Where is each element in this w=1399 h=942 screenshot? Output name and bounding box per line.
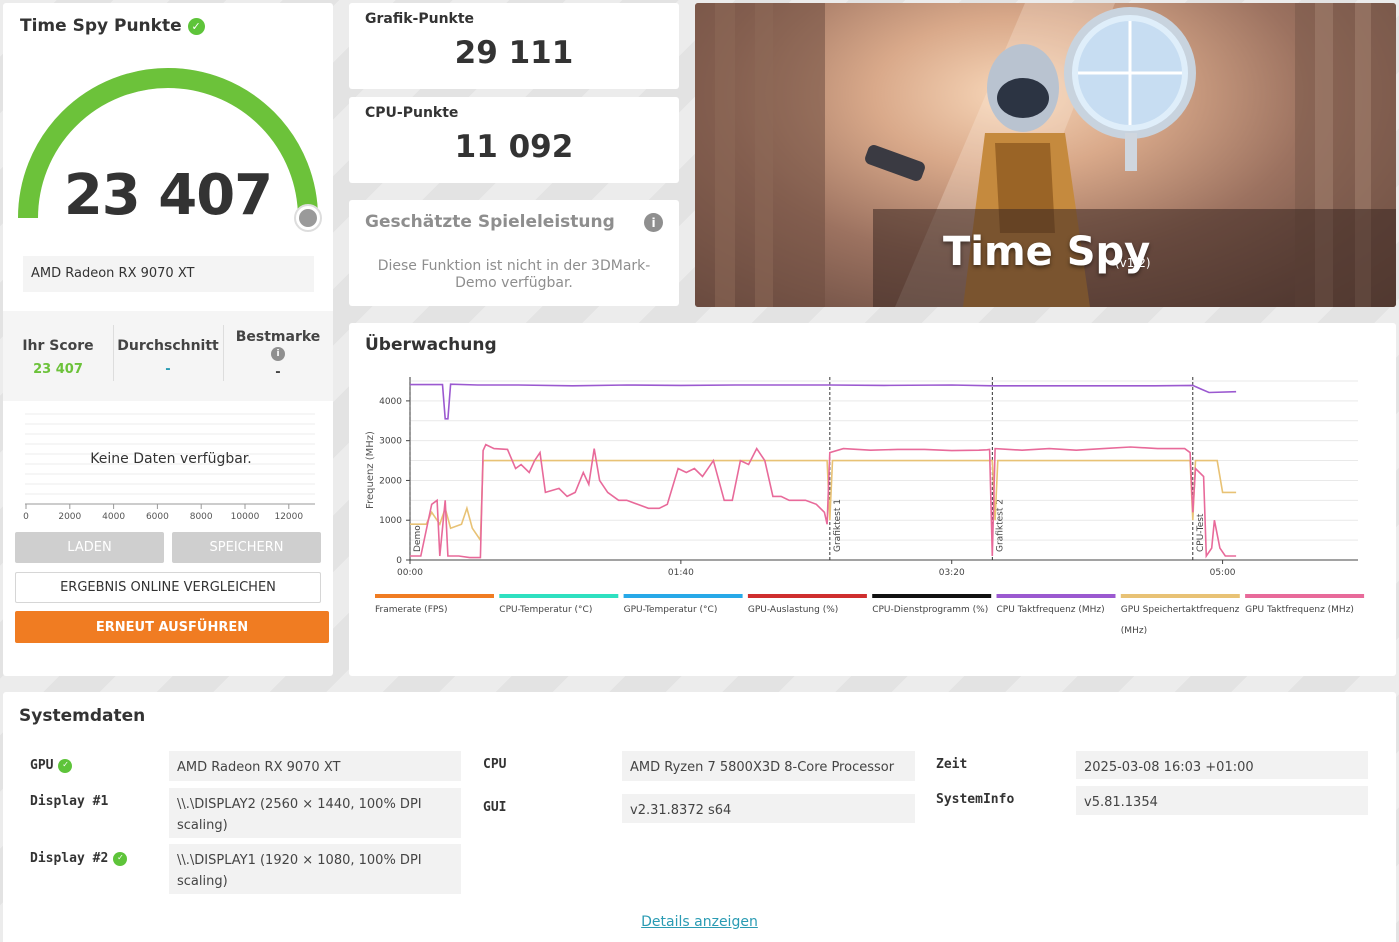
cpu-label: CPU xyxy=(483,757,507,772)
legend-label: CPU-Dienstprogramm (%) xyxy=(872,605,988,615)
phase-marker-label: Grafiktest 1 xyxy=(833,499,843,552)
gpu-name-box: AMD Radeon RX 9070 XT xyxy=(23,256,314,292)
display2-value: \\.\DISPLAY1 (1920 × 1080, 100% DPI scal… xyxy=(169,844,461,894)
cpu-score-value: 11 092 xyxy=(454,129,574,165)
average-stat: Durchschnitt - xyxy=(113,338,223,377)
y-tick-label: 0 xyxy=(396,556,402,566)
display1-value: \\.\DISPLAY2 (2560 × 1440, 100% DPI scal… xyxy=(169,788,461,838)
time-value: 2025-03-08 16:03 +01:00 xyxy=(1076,751,1368,779)
score-comparison-row: Ihr Score 23 407 Durchschnitt - Bestmark… xyxy=(3,311,333,401)
check-icon: ✓ xyxy=(113,851,128,866)
info-icon[interactable]: i xyxy=(271,347,285,361)
cpu-value: AMD Ryzen 7 5800X3D 8-Core Processor xyxy=(622,751,915,781)
estimated-performance-title: Geschätzte Spieleleistung xyxy=(365,212,615,232)
best-value: - xyxy=(275,365,281,380)
axis-tick-label: 12000 xyxy=(274,512,303,522)
best-stat: Bestmarke i - xyxy=(223,329,333,380)
show-details-link[interactable]: Details anzeigen xyxy=(3,914,1396,930)
your-score-stat: Ihr Score 23 407 xyxy=(3,338,113,377)
legend-label: CPU-Temperatur (°C) xyxy=(499,605,592,615)
gpu-value: AMD Radeon RX 9070 XT xyxy=(169,751,461,781)
legend-label: CPU Taktfrequenz (MHz) xyxy=(997,605,1105,615)
axis-tick-label: 2000 xyxy=(58,512,81,522)
legend-swatch xyxy=(375,594,494,598)
graphics-score-card: Grafik-Punkte 29 111 xyxy=(349,3,679,89)
systeminfo-label: SystemInfo xyxy=(936,792,1015,807)
benchmark-version: (v1.2) xyxy=(1115,256,1151,270)
your-score-value: 23 407 xyxy=(33,362,83,377)
average-value: - xyxy=(165,362,171,377)
estimated-game-performance-card: Geschätzte Spieleleistung i Diese Funkti… xyxy=(349,200,679,306)
legend-swatch xyxy=(747,594,867,598)
gui-label: GUI xyxy=(483,800,507,815)
legend-label: GPU-Auslastung (%) xyxy=(748,605,838,615)
score-card: Time Spy Punkte ✓ 23 407 AMD Radeon RX 9… xyxy=(3,3,333,676)
y-tick-label: 4000 xyxy=(379,397,402,407)
legend-swatch xyxy=(872,594,992,598)
time-label: Zeit xyxy=(936,757,968,772)
legend-label: Framerate (FPS) xyxy=(375,605,448,615)
y-axis-label: Frequenz (MHz) xyxy=(365,431,376,509)
load-button[interactable]: LADEN xyxy=(15,532,164,563)
legend-label: GPU Taktfrequenz (MHz) xyxy=(1245,605,1354,615)
total-score: 23 407 xyxy=(63,163,273,228)
axis-tick-label: 8000 xyxy=(190,512,213,522)
x-tick-label: 05:00 xyxy=(1210,568,1236,578)
system-info-title: Systemdaten xyxy=(19,706,146,726)
axis-tick-label: 6000 xyxy=(146,512,169,522)
cpu-score-label: CPU-Punkte xyxy=(365,105,459,121)
systeminfo-value: v5.81.1354 xyxy=(1076,786,1368,815)
legend-swatch xyxy=(1245,594,1365,598)
x-tick-label: 00:00 xyxy=(397,568,423,578)
phase-marker-label: Demo xyxy=(413,525,423,552)
no-data-message: Keine Daten verfügbar. xyxy=(90,451,252,467)
display2-label-text: Display #2 xyxy=(30,851,109,866)
monitoring-chart: 0 1000 2000 3000 4000 00:00 01:40 03:20 05:00 De… xyxy=(365,377,1365,636)
display2-label: Display #2 ✓ xyxy=(30,851,128,866)
cpu-score-card: CPU-Punkte 11 092 xyxy=(349,97,679,183)
phase-marker-label: Grafiktest 2 xyxy=(995,499,1005,552)
legend-label: GPU Speichertaktfrequenz xyxy=(1121,605,1240,615)
check-icon: ✓ xyxy=(58,758,73,773)
legend-swatch xyxy=(996,594,1116,598)
average-label: Durchschnitt xyxy=(117,338,219,354)
axis-tick-label: 4000 xyxy=(102,512,125,522)
display1-label: Display #1 xyxy=(30,794,109,809)
best-label: Bestmarke xyxy=(235,329,321,345)
check-icon: ✓ xyxy=(187,17,205,35)
rerun-button[interactable]: ERNEUT AUSFÜHREN xyxy=(15,611,329,643)
monitoring-card: Überwachung 0 1000 2000 3000 4000 00:00 01:40 0… xyxy=(349,323,1396,676)
legend-swatch xyxy=(623,594,743,598)
legend-swatch xyxy=(499,594,619,598)
y-tick-label: 2000 xyxy=(379,476,402,486)
gpu-label: GPU ✓ xyxy=(30,758,73,773)
y-tick-label: 1000 xyxy=(379,516,402,526)
legend-label: (MHz) xyxy=(1121,626,1147,636)
info-icon[interactable]: i xyxy=(644,213,663,232)
axis-tick-label: 10000 xyxy=(231,512,260,522)
your-score-label: Ihr Score xyxy=(22,338,94,354)
graphics-score-label: Grafik-Punkte xyxy=(365,11,475,27)
axis-tick-label: 0 xyxy=(23,512,29,522)
benchmark-hero-image: Time Spy (v1.2) xyxy=(695,3,1396,307)
series-line xyxy=(410,383,1237,420)
estimated-performance-message: Diese Funktion ist nicht in der 3DMark-D… xyxy=(377,258,651,291)
score-title-text: Time Spy Punkte xyxy=(20,16,182,36)
x-tick-label: 03:20 xyxy=(939,568,965,578)
y-tick-label: 3000 xyxy=(379,437,402,447)
save-button[interactable]: SPEICHERN xyxy=(172,532,321,563)
x-tick-label: 01:40 xyxy=(668,568,694,578)
score-title: Time Spy Punkte ✓ xyxy=(20,16,205,36)
system-info-card: Systemdaten GPU ✓ AMD Radeon RX 9070 XT … xyxy=(3,692,1396,942)
gui-value: v2.31.8372 s64 xyxy=(622,794,915,823)
legend-label: GPU-Temperatur (°C) xyxy=(624,605,718,615)
series-line xyxy=(410,443,1237,559)
compare-online-button[interactable]: ERGEBNIS ONLINE VERGLEICHEN xyxy=(15,572,321,603)
gpu-label-text: GPU xyxy=(30,758,54,773)
graphics-score-value: 29 111 xyxy=(454,35,574,71)
legend-swatch xyxy=(1120,594,1240,598)
